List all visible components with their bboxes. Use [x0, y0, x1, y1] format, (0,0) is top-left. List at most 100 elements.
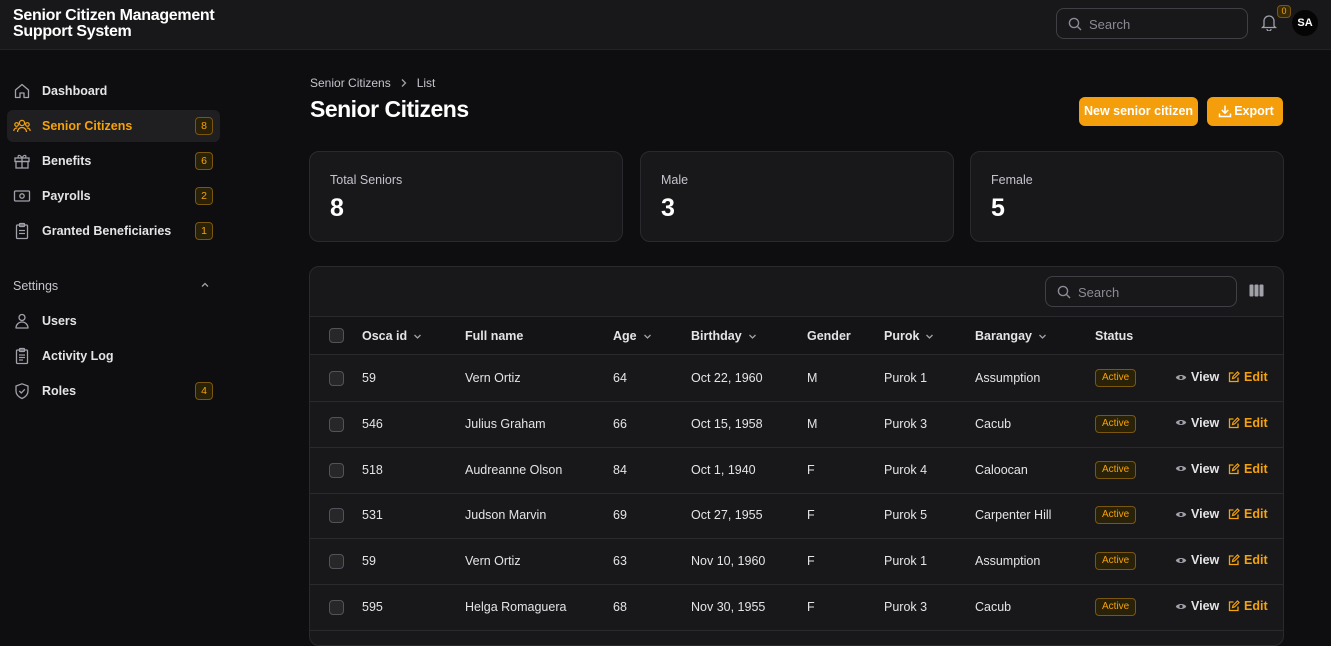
- column-header-barangay[interactable]: Barangay: [975, 329, 1047, 343]
- birthday-cell: Oct 1, 1940: [691, 462, 756, 477]
- row-checkbox[interactable]: [329, 554, 344, 570]
- sidebar: Dashboard Senior Citizens 8 Benefits 6 P…: [0, 51, 228, 633]
- full-name-cell: Vern Ortiz: [465, 554, 521, 569]
- row-checkbox[interactable]: [329, 600, 344, 615]
- purok-cell: Purok 4: [884, 462, 928, 477]
- count-badge: 2: [195, 187, 213, 205]
- status-badge: Active: [1095, 598, 1137, 616]
- row-checkbox[interactable]: [329, 371, 344, 386]
- sidebar-item-roles[interactable]: Roles 4: [7, 375, 220, 407]
- sidebar-item-dashboard[interactable]: Dashboard: [7, 75, 220, 107]
- breadcrumb-parent[interactable]: Senior Citizens: [310, 76, 391, 90]
- edit-action[interactable]: Edit: [1228, 370, 1268, 384]
- global-search-input[interactable]: [1089, 15, 1239, 33]
- view-action[interactable]: View: [1175, 507, 1219, 521]
- table-row[interactable]: 518 Audreanne Olson 84 Oct 1, 1940 F Purok 4 C…: [310, 448, 1283, 494]
- table-row[interactable]: 531 Judson Marvin 69 Oct 27, 1955 F Purok 5 Ca…: [310, 493, 1283, 540]
- status-badge: Active: [1095, 506, 1137, 525]
- purok-cell: Purok 3: [884, 600, 928, 614]
- eye-icon: [1175, 374, 1187, 380]
- pencil-square-icon: [1228, 600, 1240, 612]
- stat-value: 5: [991, 194, 1005, 222]
- table-row[interactable]: 595 Helga Romaguera 68 Nov 30, 1955 F Purok 3…: [310, 585, 1283, 631]
- stat-value: 3: [661, 194, 675, 222]
- column-header-label: Purok: [884, 329, 920, 343]
- count-badge: 4: [195, 382, 213, 400]
- clipboard-icon: [15, 222, 29, 240]
- age-cell: 63: [613, 554, 627, 569]
- view-action[interactable]: View: [1175, 416, 1219, 430]
- edit-action[interactable]: Edit: [1228, 462, 1268, 476]
- column-header-full-name[interactable]: Full name: [465, 329, 523, 343]
- purok-cell: Purok 5: [884, 508, 928, 523]
- row-checkbox[interactable]: [329, 416, 344, 432]
- view-action[interactable]: View: [1175, 462, 1219, 476]
- column-header-purok[interactable]: Purok: [884, 329, 934, 343]
- column-header-birthday[interactable]: Birthday: [691, 329, 757, 343]
- row-checkbox[interactable]: [329, 508, 344, 524]
- chevron-down-icon: [748, 334, 756, 339]
- sidebar-item-label: Activity Log: [42, 349, 114, 363]
- stat-label: Total Seniors: [330, 173, 403, 187]
- column-header-age[interactable]: Age: [613, 329, 652, 343]
- column-header-osca-id[interactable]: Osca id: [362, 329, 422, 343]
- age-cell: 66: [613, 416, 627, 431]
- gender-cell: M: [807, 371, 818, 385]
- table-row[interactable]: 546 Julius Graham 66 Oct 15, 1958 M Purok 3 Ca…: [310, 402, 1283, 448]
- view-action[interactable]: View: [1175, 553, 1219, 567]
- chevron-up-icon[interactable]: [200, 280, 210, 290]
- app-title-line-1: Senior Citizen Management: [13, 7, 215, 24]
- age-cell: 69: [613, 508, 627, 523]
- table-row[interactable]: 59 Vern Ortiz 63 Nov 10, 1960 F Purok 1 Assump…: [310, 539, 1283, 586]
- sidebar-item-label: Roles: [42, 384, 77, 398]
- edit-action[interactable]: Edit: [1228, 553, 1268, 567]
- osca-id-cell: 59: [362, 371, 376, 385]
- clipboard-list-icon: [15, 347, 29, 365]
- view-label: View: [1191, 599, 1220, 613]
- table-row[interactable]: 59 Vern Ortiz 64 Oct 22, 1960 M Purok 1 Assump…: [310, 356, 1283, 402]
- gender-cell: F: [807, 554, 815, 569]
- export-button-label: Export: [1234, 104, 1274, 118]
- osca-id-cell: 531: [362, 508, 383, 523]
- edit-label: Edit: [1244, 415, 1268, 430]
- edit-action[interactable]: Edit: [1228, 507, 1268, 521]
- sidebar-item-activity-log[interactable]: Activity Log: [7, 340, 220, 372]
- export-button[interactable]: Export: [1207, 97, 1283, 126]
- osca-id-cell: 59: [362, 554, 376, 569]
- column-header-gender[interactable]: Gender: [807, 329, 851, 343]
- sidebar-item-users[interactable]: Users: [7, 305, 220, 337]
- birthday-cell: Oct 15, 1958: [691, 416, 763, 431]
- settings-group-label[interactable]: Settings: [13, 279, 58, 293]
- columns-icon[interactable]: [1249, 284, 1264, 297]
- purok-cell: Purok 1: [884, 371, 928, 385]
- view-action[interactable]: View: [1175, 599, 1219, 613]
- row-checkbox[interactable]: [329, 462, 344, 478]
- avatar[interactable]: SA: [1292, 10, 1318, 36]
- edit-label: Edit: [1244, 370, 1268, 384]
- select-all-checkbox[interactable]: [329, 328, 344, 343]
- home-icon: [14, 83, 30, 99]
- eye-icon: [1175, 557, 1187, 563]
- edit-action[interactable]: Edit: [1228, 416, 1268, 430]
- count-badge: 6: [195, 152, 213, 170]
- edit-action[interactable]: Edit: [1228, 599, 1268, 613]
- eye-icon: [1175, 420, 1187, 426]
- view-action[interactable]: View: [1175, 370, 1219, 384]
- sidebar-item-payrolls[interactable]: Payrolls 2: [7, 180, 220, 212]
- gender-cell: M: [807, 416, 818, 431]
- sidebar-item-label: Benefits: [42, 154, 92, 168]
- sidebar-item-granted-beneficiaries[interactable]: Granted Beneficiaries 1: [7, 215, 220, 247]
- sidebar-item-benefits[interactable]: Benefits 6: [7, 145, 220, 177]
- full-name-cell: Julius Graham: [465, 416, 546, 431]
- chevron-down-icon: [1039, 334, 1046, 339]
- barangay-cell: Assumption: [975, 554, 1041, 569]
- chevron-right-icon: [401, 79, 407, 87]
- stat-value: 8: [330, 194, 344, 222]
- new-senior-citizen-button[interactable]: New senior citizen: [1079, 97, 1198, 126]
- app-title[interactable]: Senior Citizen Management Support System: [13, 7, 215, 40]
- bell-icon[interactable]: [1261, 14, 1277, 31]
- birthday-cell: Nov 30, 1955: [691, 600, 766, 614]
- sidebar-item-senior-citizens[interactable]: Senior Citizens 8: [7, 110, 220, 142]
- table-search-input[interactable]: [1078, 283, 1228, 301]
- barangay-cell: Cacub: [975, 416, 1012, 431]
